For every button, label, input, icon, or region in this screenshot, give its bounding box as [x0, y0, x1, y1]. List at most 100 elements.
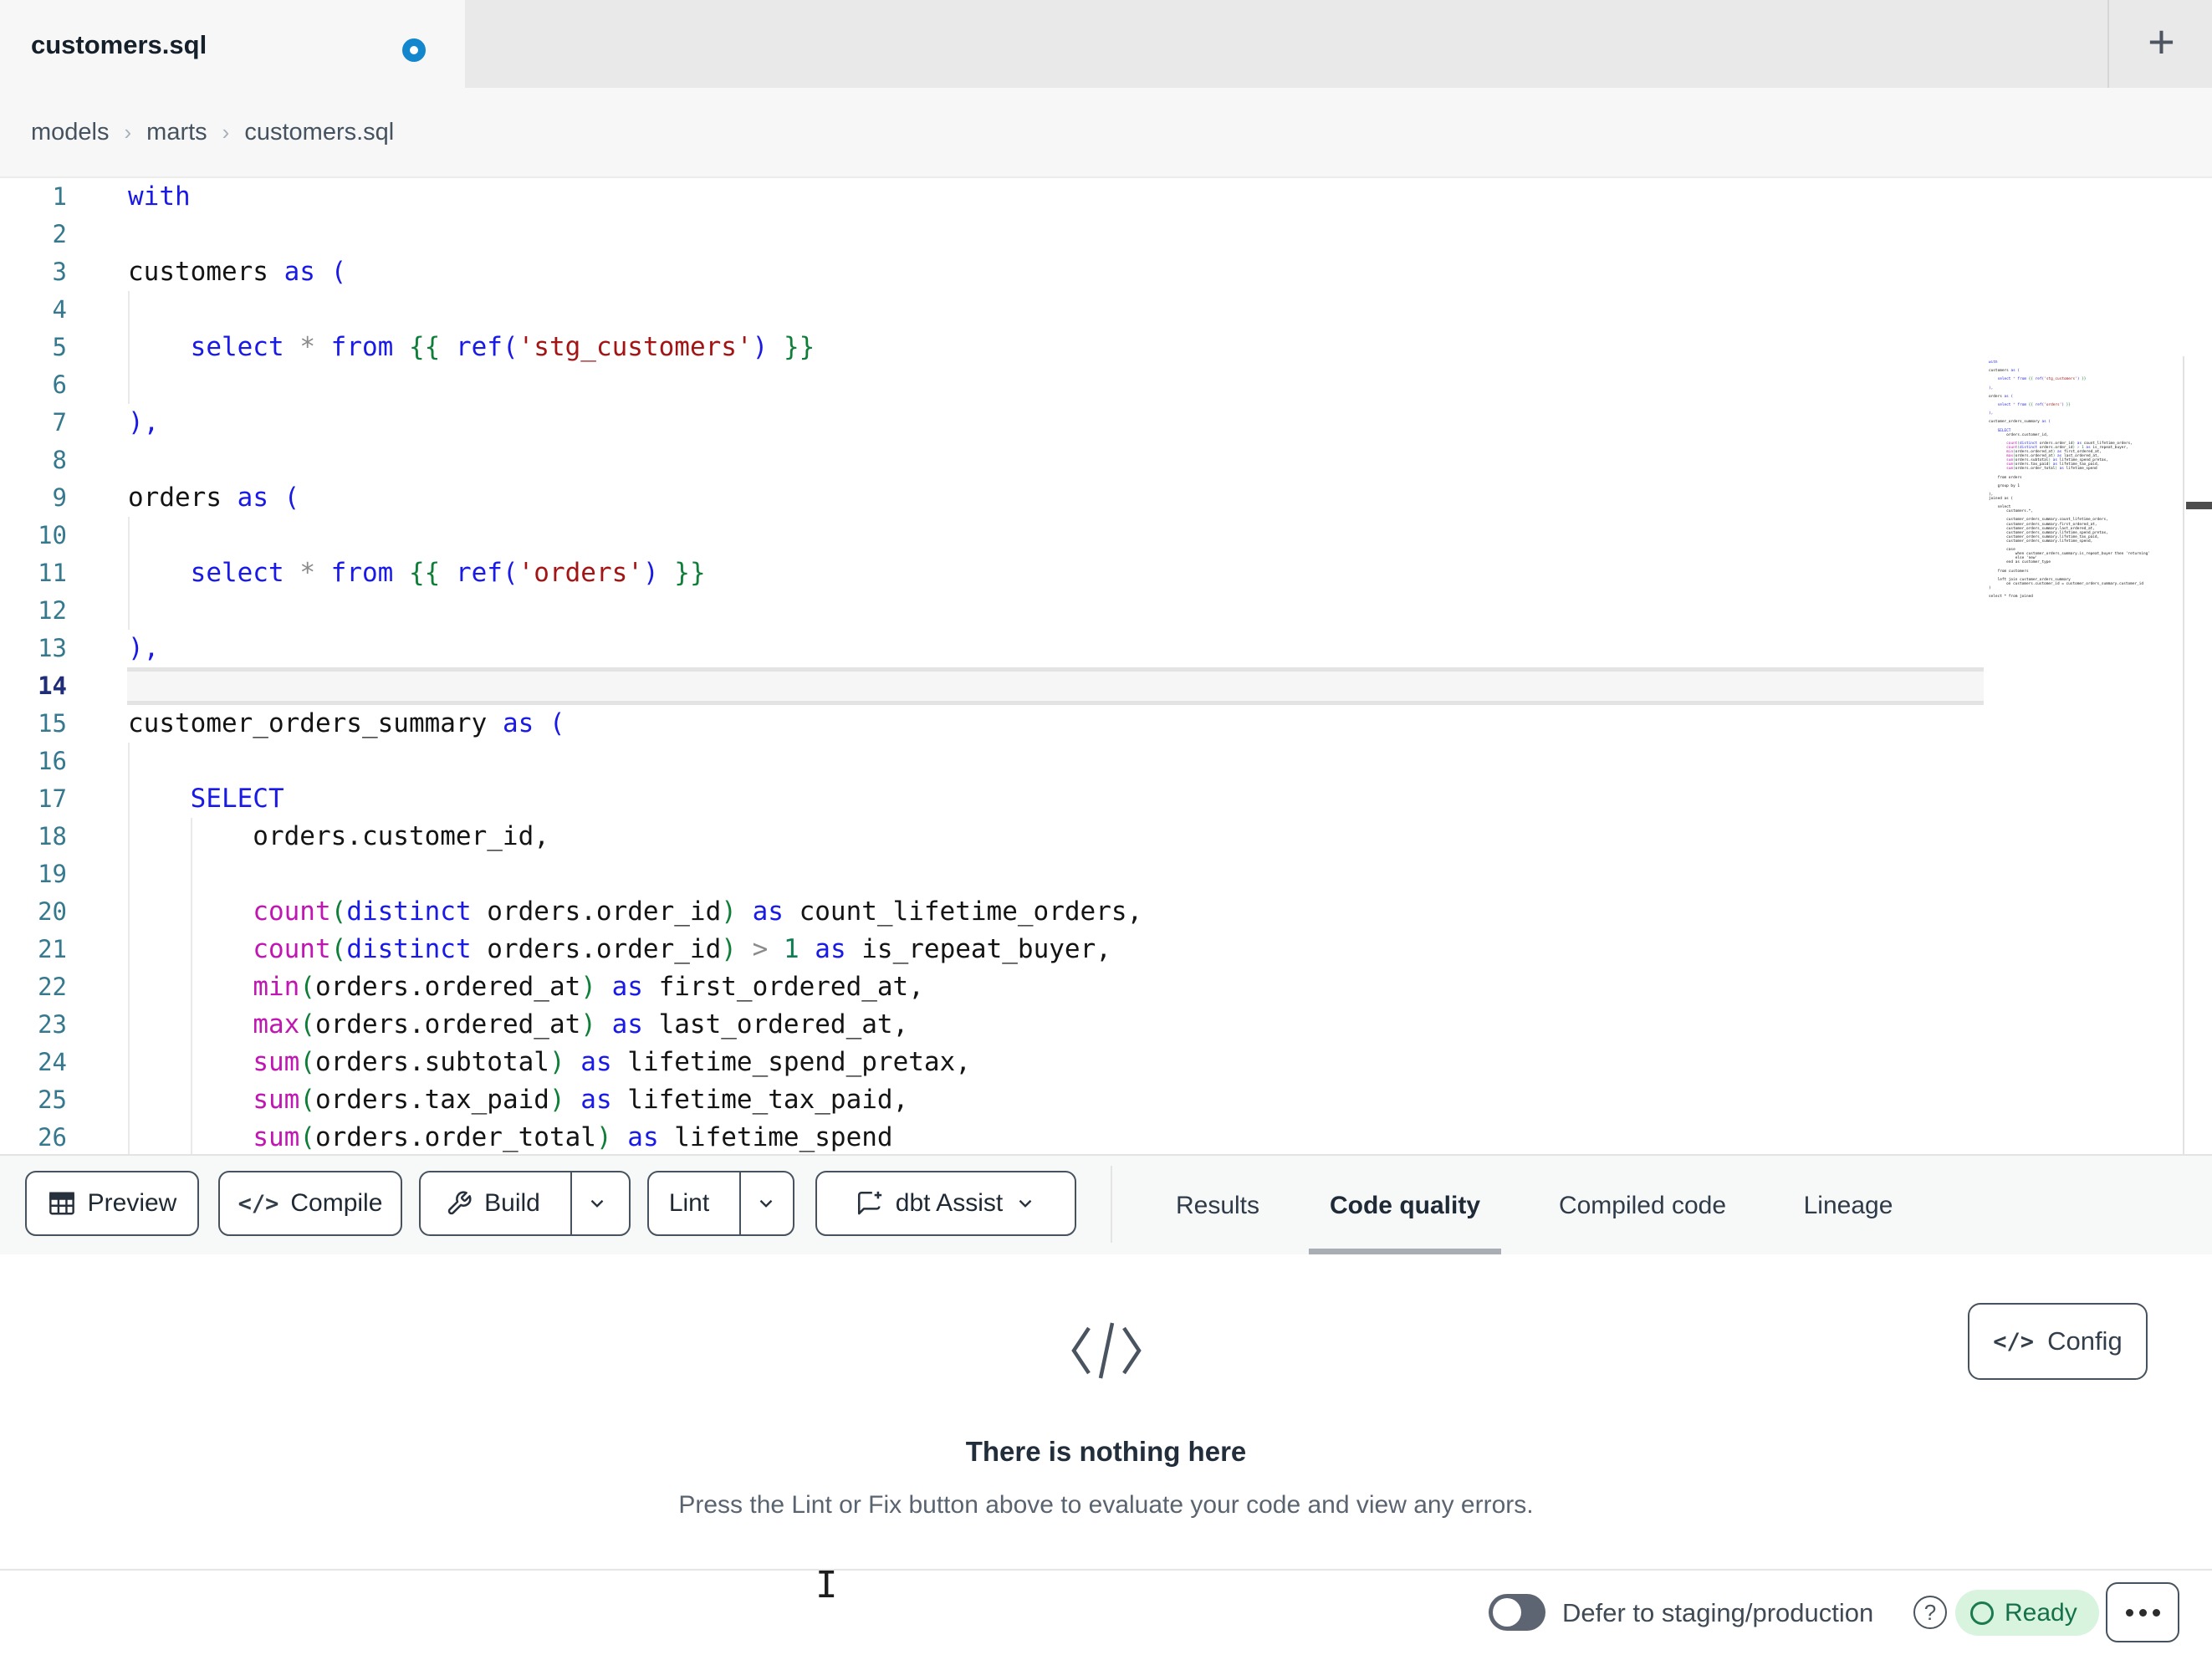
code-line-14[interactable]: 14 — [0, 667, 2183, 705]
code-line-11[interactable]: 11 select * from {{ ref('orders') }} — [0, 554, 2183, 592]
ellipsis-icon — [2152, 1608, 2160, 1617]
line-number: 14 — [38, 672, 67, 700]
help-icon[interactable]: ? — [1913, 1596, 1947, 1629]
toolbar-divider — [1111, 1166, 1112, 1243]
chevron-down-icon — [755, 1193, 777, 1214]
compile-button[interactable]: </> Compile — [218, 1171, 402, 1236]
line-number: 5 — [52, 333, 67, 361]
status-bar: I Defer to staging/production ? Ready — [0, 1564, 2212, 1653]
line-number: 23 — [38, 1010, 67, 1039]
code-line-2[interactable]: 2 — [0, 216, 2183, 253]
line-number: 3 — [52, 258, 67, 286]
preview-button-label: Preview — [87, 1189, 177, 1217]
line-number: 11 — [38, 559, 67, 587]
build-button[interactable]: Build — [427, 1172, 559, 1234]
chevron-down-icon — [586, 1193, 608, 1214]
code-line-6[interactable]: 6 — [0, 366, 2183, 404]
editor-scrollbar[interactable] — [2183, 356, 2212, 1154]
build-button-label: Build — [484, 1189, 540, 1217]
code-line-16[interactable]: 16 — [0, 743, 2183, 780]
file-tab-customers-sql[interactable]: customers.sql — [0, 0, 465, 88]
more-options-button[interactable] — [2106, 1582, 2179, 1642]
status-badge-label: Ready — [2005, 1598, 2077, 1627]
status-badge: Ready — [1955, 1590, 2099, 1636]
code-line-15[interactable]: 15 customer_orders_summary as ( — [0, 705, 2183, 743]
wrench-icon — [446, 1190, 473, 1217]
code-line-3[interactable]: 3 customers as ( — [0, 253, 2183, 291]
breadcrumb-row: models › marts › customers.sql — [0, 88, 2212, 254]
code-line-8[interactable]: 8 — [0, 442, 2183, 479]
new-tab-zone: + — [2107, 0, 2212, 88]
assist-chat-icon — [856, 1189, 884, 1218]
line-number: 6 — [52, 370, 67, 399]
editor-scrollbar-thumb[interactable] — [2186, 502, 2212, 509]
code-line-10[interactable]: 10 — [0, 517, 2183, 554]
line-number: 22 — [38, 973, 67, 1001]
build-dropdown-button[interactable] — [570, 1172, 622, 1234]
code-line-9[interactable]: 9 orders as ( — [0, 479, 2183, 517]
line-number: 9 — [52, 483, 67, 512]
code-editor[interactable]: 1 with 2 3 customers as ( 4 5 select * from {{… — [0, 178, 2212, 1154]
line-number: 8 — [52, 446, 67, 474]
code-lines[interactable]: 1 with 2 3 customers as ( 4 5 select * from {{… — [0, 178, 2183, 1154]
line-number: 20 — [38, 897, 67, 926]
code-line-7[interactable]: 7), — [0, 404, 2183, 442]
line-number: 12 — [38, 596, 67, 625]
lint-dropdown-button[interactable] — [739, 1172, 791, 1234]
lint-split-button: Lint — [647, 1171, 794, 1236]
code-line-25[interactable]: 25 sum(orders.tax_paid) as lifetime_tax_… — [0, 1081, 2183, 1119]
tab-lineage[interactable]: Lineage — [1804, 1156, 1893, 1256]
tab-code-quality[interactable]: Code quality — [1330, 1156, 1480, 1256]
breadcrumb: models › marts › customers.sql — [31, 88, 394, 176]
tab-results[interactable]: Results — [1176, 1156, 1259, 1256]
ellipsis-icon — [2138, 1608, 2147, 1617]
line-number: 18 — [38, 822, 67, 850]
toggle-knob — [1493, 1598, 1521, 1627]
dbt-assist-button[interactable]: dbt Assist — [815, 1171, 1076, 1236]
line-number: 21 — [38, 935, 67, 963]
code-line-22[interactable]: 22 min(orders.ordered_at) as first_order… — [0, 968, 2183, 1006]
code-line-13[interactable]: 13), — [0, 630, 2183, 667]
breadcrumb-separator-icon: › — [124, 119, 132, 145]
text-cursor: I — [815, 1564, 838, 1606]
code-line-4[interactable]: 4 — [0, 291, 2183, 329]
code-line-18[interactable]: 18 orders.customer_id, — [0, 818, 2183, 856]
line-number: 26 — [38, 1123, 67, 1152]
code-line-26[interactable]: 26 sum(orders.order_total) as lifetime_s… — [0, 1119, 2183, 1154]
code-line-19[interactable]: 19 — [0, 856, 2183, 893]
status-circle-icon — [1970, 1601, 1994, 1625]
minimap[interactable]: with customers as ( select * from {{ ref… — [1989, 360, 2179, 599]
code-brackets-icon — [1060, 1313, 1152, 1392]
dbt-ide-window: customers.sql + models › marts › custome… — [0, 0, 2212, 1653]
lint-button[interactable]: Lint — [651, 1172, 728, 1234]
code-icon: </> — [238, 1190, 279, 1217]
line-number: 4 — [52, 295, 67, 324]
code-line-21[interactable]: 21 count(distinct orders.order_id) > 1 a… — [0, 931, 2183, 968]
code-line-23[interactable]: 23 max(orders.ordered_at) as last_ordere… — [0, 1006, 2183, 1044]
line-number: 7 — [52, 408, 67, 437]
code-line-5[interactable]: 5 select * from {{ ref('stg_customers') … — [0, 329, 2183, 366]
ellipsis-icon — [2125, 1608, 2133, 1617]
new-tab-button[interactable]: + — [2109, 0, 2212, 88]
breadcrumb-separator-icon: › — [222, 119, 230, 145]
code-line-24[interactable]: 24 sum(orders.subtotal) as lifetime_spen… — [0, 1044, 2183, 1081]
line-number: 16 — [38, 747, 67, 775]
code-line-12[interactable]: 12 — [0, 592, 2183, 630]
line-number: 15 — [38, 709, 67, 738]
line-number: 24 — [38, 1048, 67, 1076]
breadcrumb-item-models[interactable]: models — [31, 119, 110, 146]
unsaved-changes-icon — [402, 38, 426, 62]
code-line-1[interactable]: 1 with — [0, 178, 2183, 216]
breadcrumb-item-marts[interactable]: marts — [146, 119, 207, 146]
chevron-down-icon — [1014, 1193, 1036, 1214]
line-number: 1 — [52, 182, 67, 211]
defer-toggle[interactable] — [1489, 1594, 1545, 1631]
code-line-17[interactable]: 17 SELECT — [0, 780, 2183, 818]
tab-bar: customers.sql + — [0, 0, 2212, 88]
breadcrumb-item-customers-sql: customers.sql — [244, 118, 395, 146]
file-tab-title: customers.sql — [31, 30, 207, 59]
code-line-20[interactable]: 20 count(distinct orders.order_id) as co… — [0, 893, 2183, 931]
tab-compiled-code[interactable]: Compiled code — [1559, 1156, 1726, 1256]
dbt-assist-button-label: dbt Assist — [895, 1189, 1004, 1217]
preview-button[interactable]: Preview — [25, 1171, 199, 1236]
